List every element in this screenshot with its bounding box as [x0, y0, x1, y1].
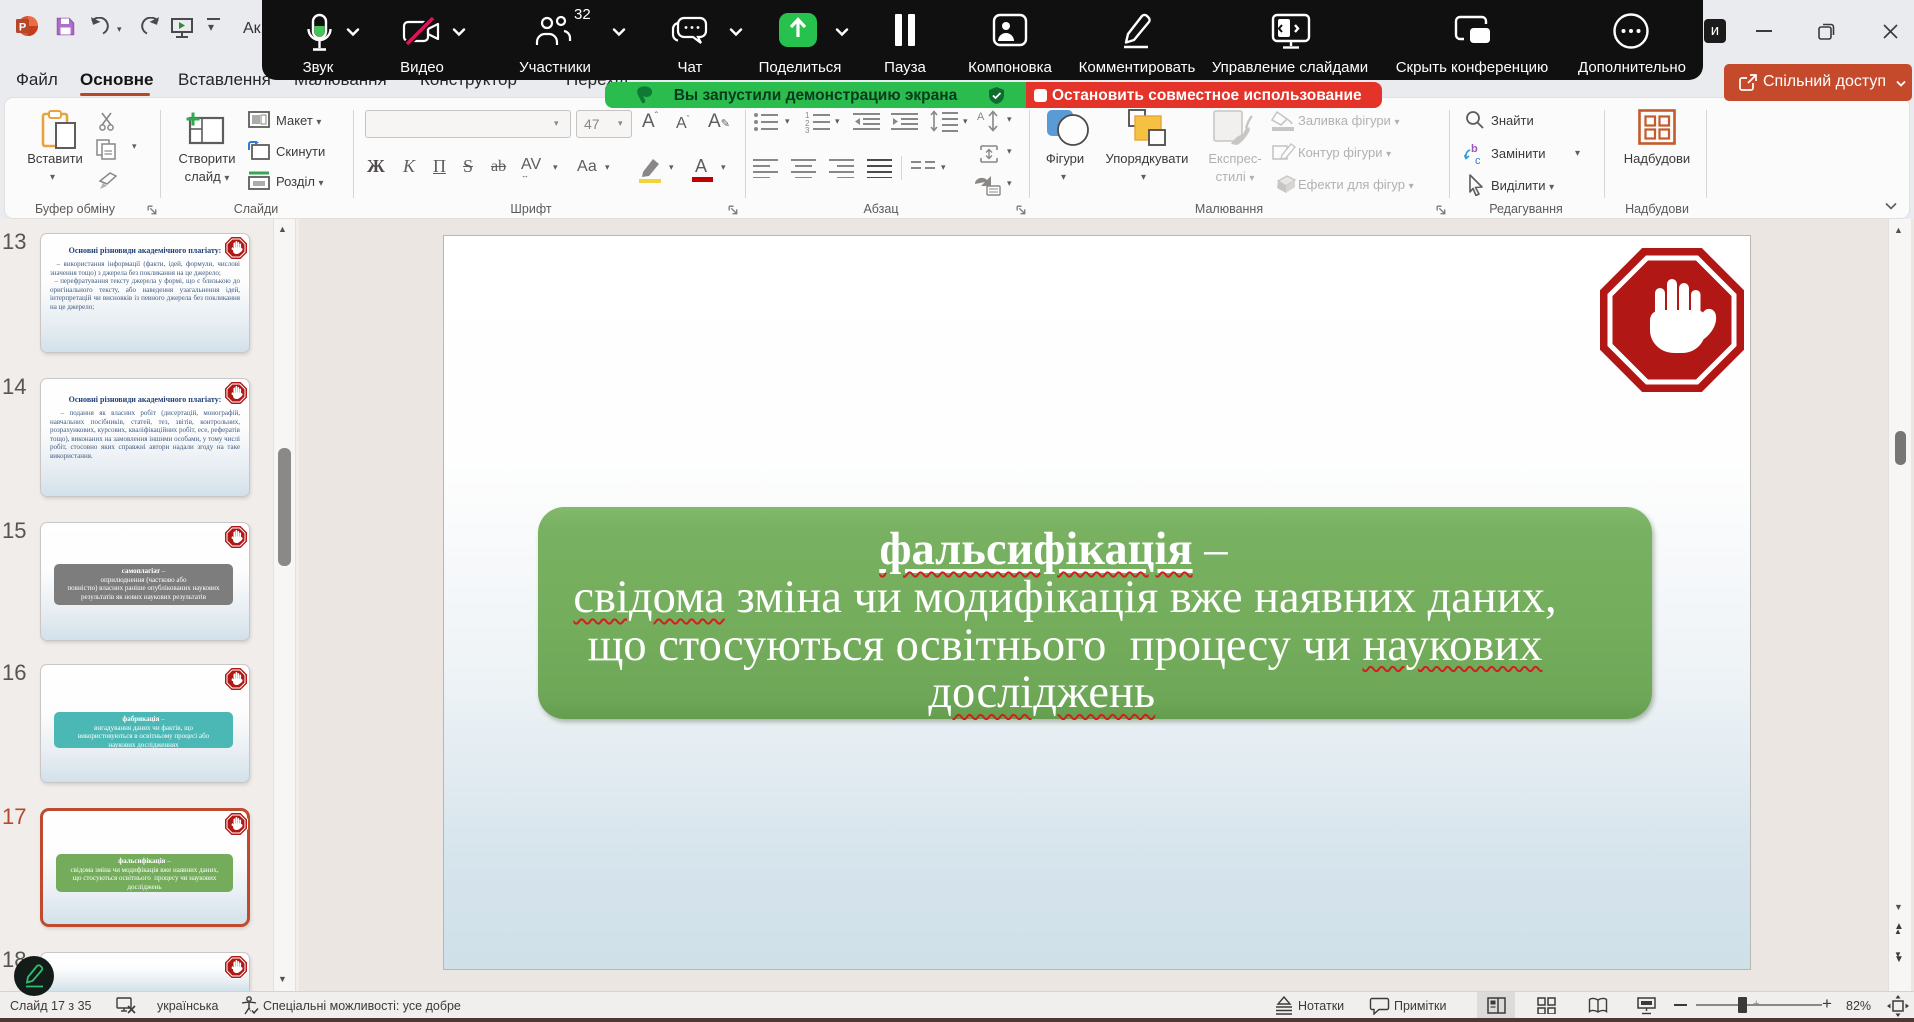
svg-text:b: b: [1471, 143, 1478, 155]
svg-text:А: А: [977, 111, 985, 123]
svg-text:3: 3: [805, 126, 810, 133]
svg-text:c: c: [1475, 155, 1481, 166]
svg-text:P: P: [19, 22, 26, 34]
